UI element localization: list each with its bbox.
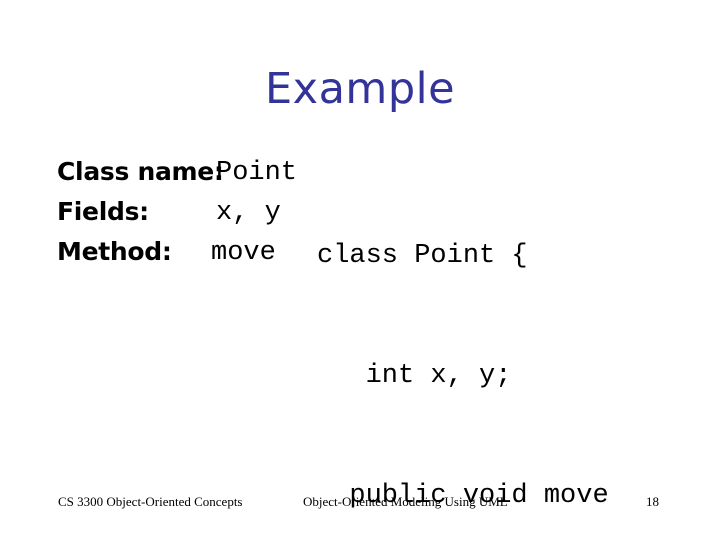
slide-canvas: Example Class name: Point Fields: x, y M…	[0, 0, 720, 540]
code-line: class Point {	[317, 241, 528, 271]
slide-footer: CS 3300 Object-Oriented Concepts Object-…	[0, 494, 720, 516]
code-line: int x, y;	[317, 361, 512, 391]
java-code-listing: class Point { int x, y; public void move…	[57, 156, 673, 540]
page-number: 18	[646, 494, 659, 509]
page-title: Example	[264, 64, 456, 114]
footer-book-title: Object-Oriented Modeling Using UML	[303, 494, 508, 509]
footer-course-text: CS 3300 Object-Oriented Concepts	[58, 494, 243, 509]
